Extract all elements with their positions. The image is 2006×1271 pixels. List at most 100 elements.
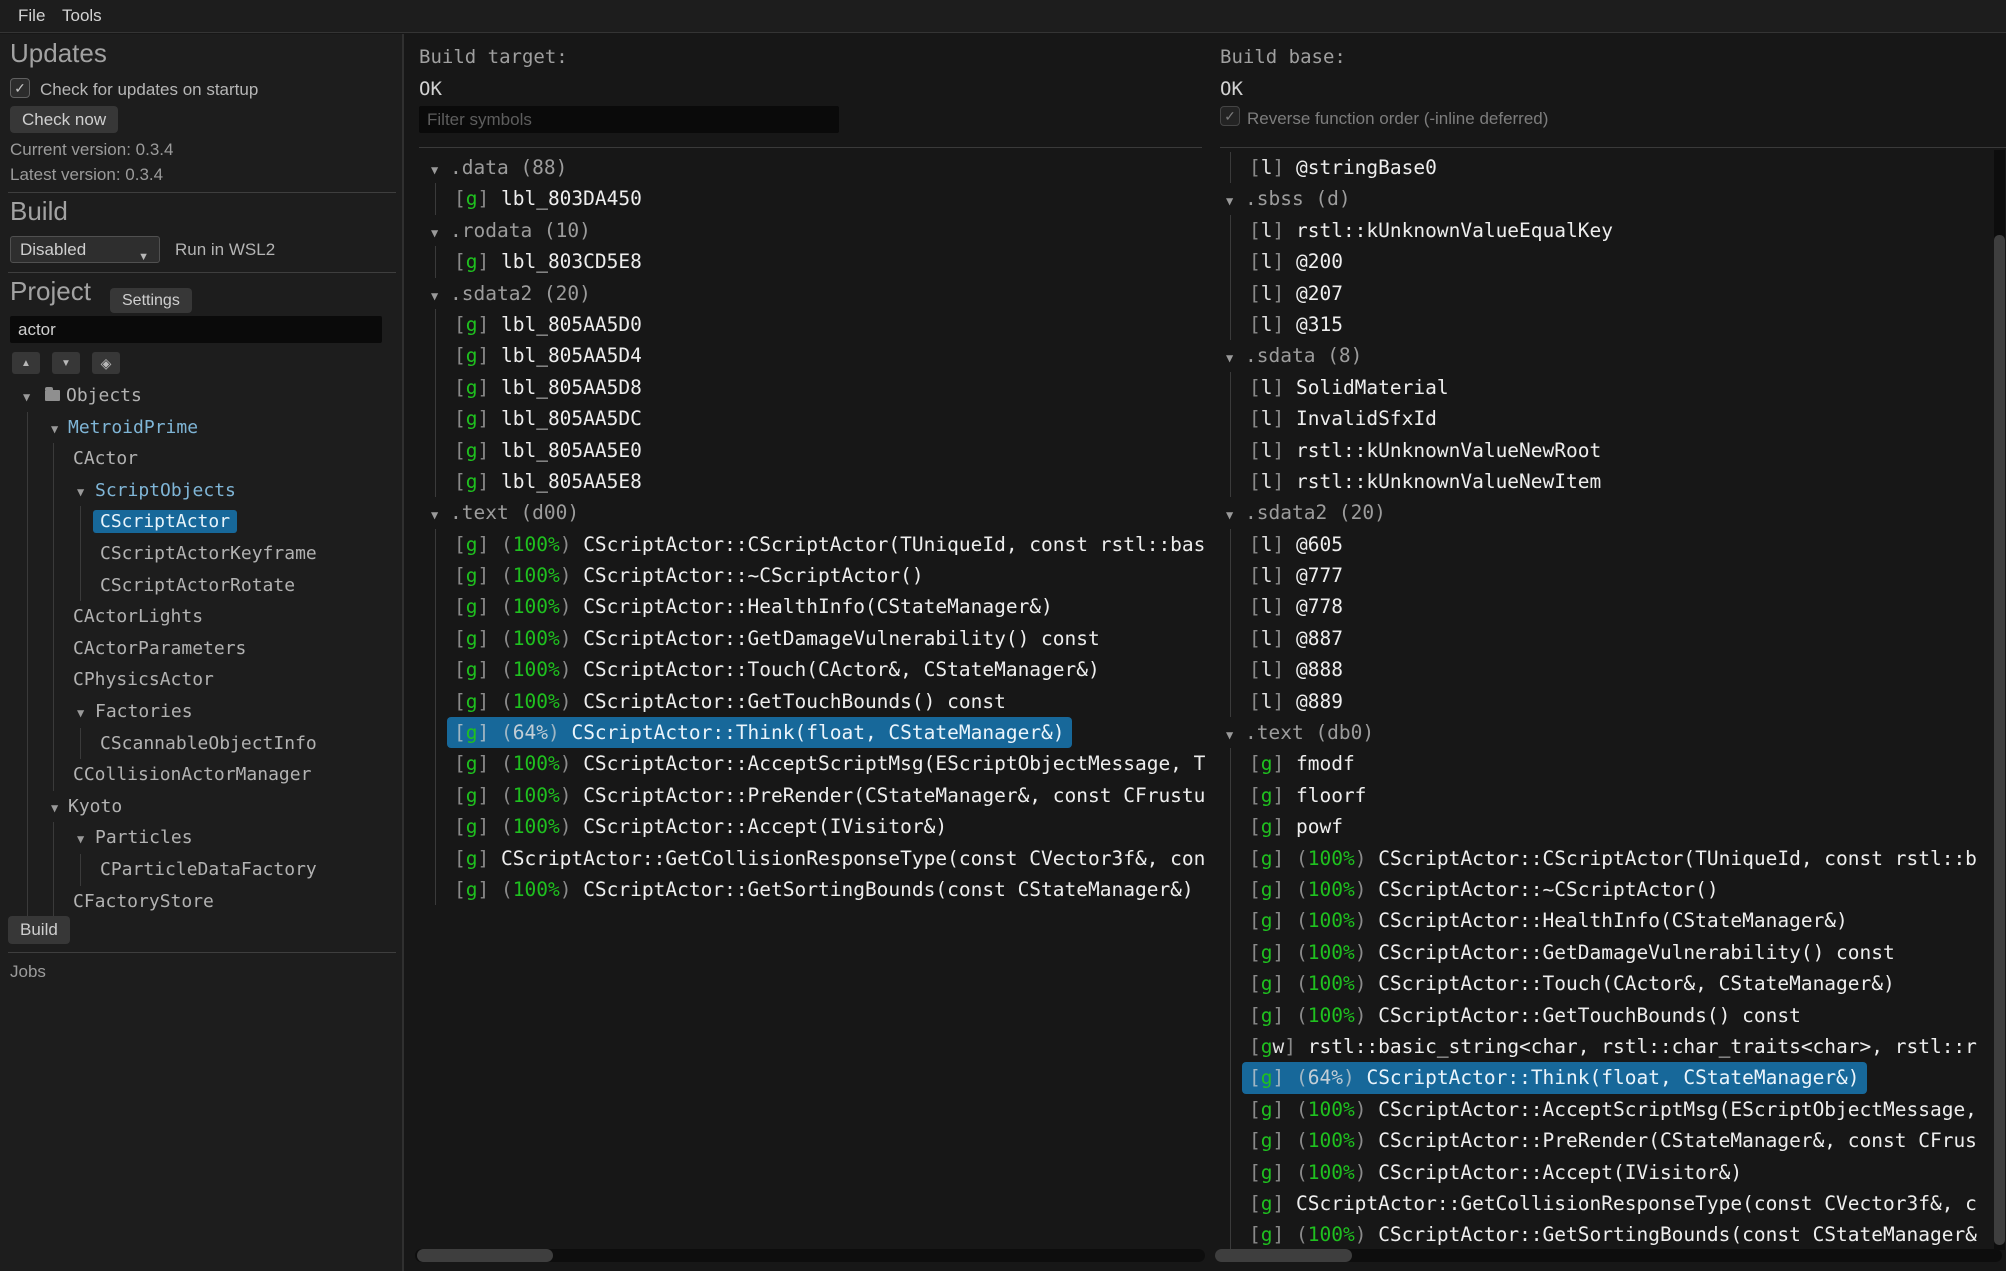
collapse-arrow-icon[interactable] (431, 152, 450, 186)
symbol-row[interactable]: [g] (100%) CScriptActor::~CScriptActor() (1249, 874, 2006, 905)
target-horizontal-scrollbar[interactable] (415, 1249, 1205, 1262)
tree-item[interactable]: Particles (0, 822, 404, 854)
tree-item[interactable]: CFactoryStore (0, 886, 404, 918)
symbol-row[interactable]: [l] @888 (1249, 654, 2006, 685)
symbol-row[interactable]: [l] @207 (1249, 278, 2006, 309)
symbol-row[interactable]: [g] lbl_805AA5D0 (454, 309, 1208, 340)
collapse-arrow-icon[interactable] (1226, 183, 1245, 217)
tree-item[interactable]: CActor (0, 443, 404, 475)
symbol-row[interactable]: [l] rstl::kUnknownValueNewItem (1249, 466, 2006, 497)
check-updates-checkbox[interactable] (10, 78, 30, 98)
symbol-row[interactable]: [g] lbl_805AA5DC (454, 403, 1208, 434)
symbol-row[interactable]: [g] (64%) CScriptActor::Think(float, CSt… (1249, 1062, 2006, 1093)
symbol-row[interactable]: [l] rstl::kUnknownValueNewRoot (1249, 435, 2006, 466)
section-header[interactable]: .sdata (8) (1226, 340, 2006, 371)
symbol-row[interactable]: [l] rstl::kUnknownValueEqualKey (1249, 215, 2006, 246)
reverse-order-checkbox[interactable] (1220, 106, 1240, 126)
tree-item[interactable]: CActorParameters (0, 633, 404, 665)
symbol-row[interactable]: [g] lbl_805AA5E8 (454, 466, 1208, 497)
tree-item[interactable]: Objects (0, 380, 404, 412)
tree-item[interactable]: CPhysicsActor (0, 664, 404, 696)
section-header[interactable]: .text (db0) (1226, 717, 2006, 748)
base-horizontal-scrollbar[interactable] (1215, 1249, 2002, 1262)
symbol-row[interactable]: [g] (100%) CScriptActor::PreRender(CStat… (454, 780, 1208, 811)
base-horizontal-scrollbar-thumb[interactable] (1215, 1249, 1352, 1262)
collapse-arrow-icon[interactable] (431, 215, 450, 249)
build-mode-dropdown[interactable]: Disabled (10, 236, 160, 263)
symbol-row[interactable]: [g] fmodf (1249, 748, 2006, 779)
symbol-row[interactable]: [l] @887 (1249, 623, 2006, 654)
symbol-row[interactable]: [g] (100%) CScriptActor::Accept(IVisitor… (1249, 1157, 2006, 1188)
section-header[interactable]: .rodata (10) (431, 215, 1208, 246)
collapse-arrow-icon[interactable] (77, 696, 95, 730)
symbol-row[interactable]: [g] (100%) CScriptActor::PreRender(CStat… (1249, 1125, 2006, 1156)
tree-item[interactable]: CScriptActorKeyframe (0, 538, 404, 570)
vertical-scrollbar[interactable] (1994, 150, 2005, 1250)
symbol-row[interactable]: [gw] rstl::basic_string<char, rstl::char… (1249, 1031, 2006, 1062)
symbol-row[interactable]: [l] @315 (1249, 309, 2006, 340)
tree-item[interactable]: Kyoto (0, 791, 404, 823)
symbol-row[interactable]: [g] (100%) CScriptActor::HealthInfo(CSta… (454, 591, 1208, 622)
check-now-button[interactable]: Check now (10, 106, 118, 133)
collapse-arrow-icon[interactable] (431, 497, 450, 531)
symbol-row[interactable]: [g] (100%) CScriptActor::Touch(CActor&, … (454, 654, 1208, 685)
build-button[interactable]: Build (8, 916, 70, 944)
symbol-row[interactable]: [g] (100%) CScriptActor::Accept(IVisitor… (454, 811, 1208, 842)
symbol-row[interactable]: [l] @777 (1249, 560, 2006, 591)
section-header[interactable]: .sdata2 (20) (1226, 497, 2006, 528)
symbol-row[interactable]: [g] CScriptActor::GetCollisionResponseTy… (454, 843, 1208, 874)
collapse-arrow-icon[interactable] (51, 412, 68, 446)
symbol-row[interactable]: [g] (100%) CScriptActor::GetTouchBounds(… (454, 686, 1208, 717)
symbol-row[interactable]: [l] @605 (1249, 529, 2006, 560)
symbol-row[interactable]: [g] lbl_805AA5D4 (454, 340, 1208, 371)
section-header[interactable]: .sdata2 (20) (431, 278, 1208, 309)
tree-item[interactable]: MetroidPrime (0, 412, 404, 444)
collapse-arrow-icon[interactable] (431, 278, 450, 312)
symbol-row[interactable]: [g] (100%) CScriptActor::HealthInfo(CSta… (1249, 905, 2006, 936)
menu-tools[interactable]: Tools (62, 6, 102, 26)
collapse-arrow-icon[interactable] (1226, 717, 1245, 751)
section-header[interactable]: .data (88) (431, 152, 1208, 183)
target-horizontal-scrollbar-thumb[interactable] (417, 1249, 553, 1262)
symbol-row[interactable]: [g] lbl_803CD5E8 (454, 246, 1208, 277)
expand-all-down-icon[interactable] (52, 352, 80, 374)
symbol-row[interactable]: [g] powf (1249, 811, 2006, 842)
tree-item[interactable]: CScriptActor (0, 506, 404, 538)
project-search-input[interactable] (10, 316, 382, 343)
symbol-row[interactable]: [g] (64%) CScriptActor::Think(float, CSt… (454, 717, 1208, 748)
collapse-arrow-icon[interactable] (1226, 340, 1245, 374)
collapse-all-up-icon[interactable] (12, 352, 40, 374)
tree-item[interactable]: CCollisionActorManager (0, 759, 404, 791)
collapse-arrow-icon[interactable] (1226, 497, 1245, 531)
section-header[interactable]: .text (d00) (431, 497, 1208, 528)
symbol-row[interactable]: [g] lbl_803DA450 (454, 183, 1208, 214)
filter-symbols-input[interactable] (419, 106, 839, 133)
symbol-row[interactable]: [g] (100%) CScriptActor::Touch(CActor&, … (1249, 968, 2006, 999)
symbol-row[interactable]: [g] (100%) CScriptActor::GetDamageVulner… (1249, 937, 2006, 968)
collapse-arrow-icon[interactable] (77, 475, 95, 509)
collapse-arrow-icon[interactable] (51, 791, 68, 825)
symbol-row[interactable]: [l] @778 (1249, 591, 2006, 622)
symbol-row[interactable]: [g] floorf (1249, 780, 2006, 811)
symbol-row[interactable]: [l] SolidMaterial (1249, 372, 2006, 403)
vertical-scrollbar-thumb[interactable] (1994, 235, 2005, 1245)
tree-item[interactable]: Factories (0, 696, 404, 728)
menu-file[interactable]: File (18, 6, 45, 26)
symbol-row[interactable]: [g] (100%) CScriptActor::GetDamageVulner… (454, 623, 1208, 654)
symbol-row[interactable]: [g] (100%) CScriptActor::CScriptActor(TU… (1249, 843, 2006, 874)
collapse-arrow-icon[interactable] (77, 822, 95, 856)
section-header[interactable]: .sbss (d) (1226, 183, 2006, 214)
symbol-row[interactable]: [l] InvalidSfxId (1249, 403, 2006, 434)
tree-item[interactable]: CScannableObjectInfo (0, 728, 404, 760)
symbol-row[interactable]: [g] lbl_805AA5D8 (454, 372, 1208, 403)
tree-item[interactable]: ScriptObjects (0, 475, 404, 507)
symbol-row[interactable]: [g] (100%) CScriptActor::CScriptActor(TU… (454, 529, 1208, 560)
tree-item[interactable]: CActorLights (0, 601, 404, 633)
symbol-row[interactable]: [g] (100%) CScriptActor::AcceptScriptMsg… (454, 748, 1208, 779)
symbol-row[interactable]: [g] lbl_805AA5E0 (454, 435, 1208, 466)
locate-selected-icon[interactable] (92, 352, 120, 374)
symbol-row[interactable]: [l] @200 (1249, 246, 2006, 277)
tree-item[interactable]: CParticleDataFactory (0, 854, 404, 886)
project-settings-button[interactable]: Settings (110, 288, 192, 313)
symbol-row[interactable]: [g] (100%) CScriptActor::~CScriptActor() (454, 560, 1208, 591)
